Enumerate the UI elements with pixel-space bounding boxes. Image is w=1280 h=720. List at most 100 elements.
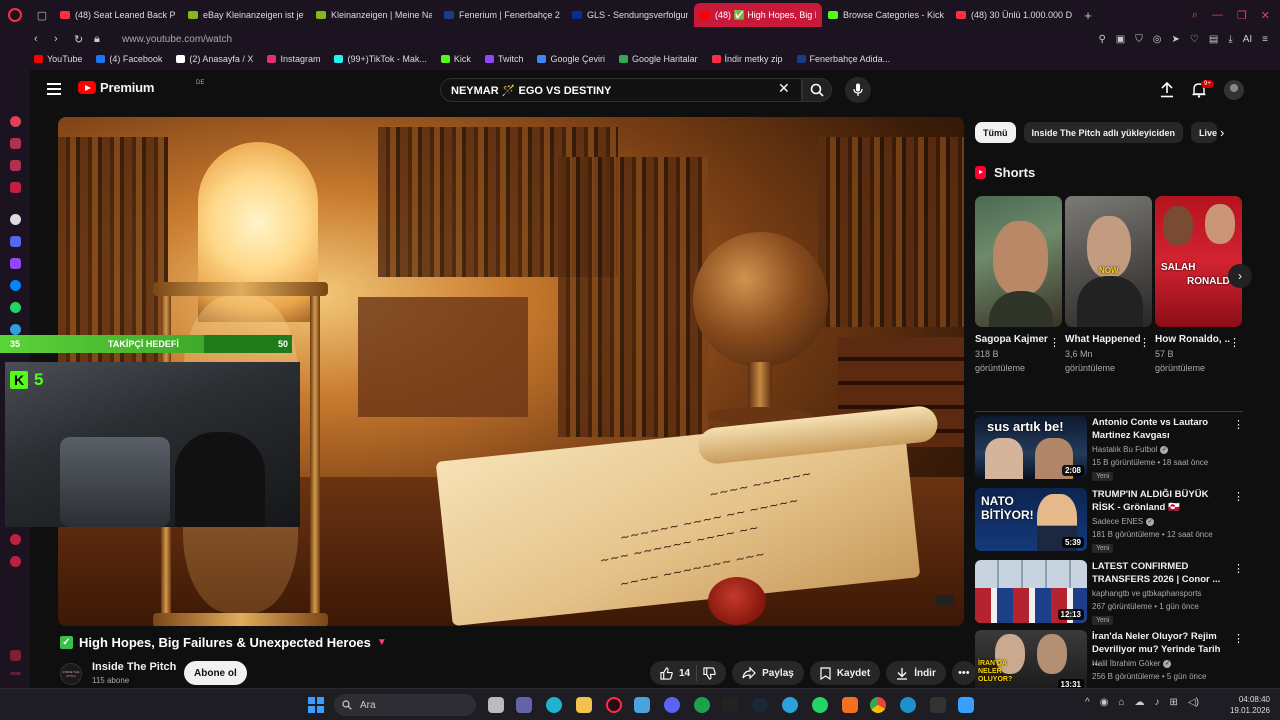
telegram-icon[interactable] <box>10 324 21 335</box>
chevron-right-icon[interactable]: › <box>1220 125 1224 140</box>
minimize-icon[interactable]: — <box>1212 9 1223 22</box>
history-icon[interactable] <box>10 534 21 545</box>
list-item[interactable]: NATO BİTİYOR! 5:39 TRUMP'IN ALDIĞI BÜYÜK… <box>975 488 1250 553</box>
download-button[interactable]: İndir <box>886 661 946 685</box>
bookmark-item[interactable]: (99+)TikTok - Mak... <box>334 54 427 64</box>
close-window-icon[interactable]: ✕ <box>1261 9 1270 22</box>
bookmark-item[interactable]: (2) Anasayfa / X <box>176 54 253 64</box>
messenger-blue-icon[interactable] <box>10 280 21 291</box>
cloud-icon[interactable]: ☁ <box>1134 697 1144 708</box>
xbox-icon[interactable] <box>694 697 710 713</box>
url-field[interactable]: www.youtube.com/watch <box>122 34 232 45</box>
new-tab-button[interactable]: + <box>1078 8 1098 23</box>
settings-icon[interactable] <box>10 556 21 567</box>
file-explorer-icon[interactable] <box>576 697 592 713</box>
clock[interactable]: 04:08:40 19.01.2026 <box>1222 694 1270 716</box>
channel-watermark[interactable] <box>936 595 954 605</box>
bookmark-item[interactable]: YouTube <box>34 54 82 64</box>
download-icon[interactable]: ⤓ <box>1228 34 1232 45</box>
menu-icon[interactable]: ≡ <box>1262 34 1268 45</box>
volume-icon[interactable]: ◁) <box>1188 697 1199 708</box>
bookmark-item[interactable]: Google Haritalar <box>618 54 698 64</box>
upload-icon[interactable] <box>1160 82 1174 98</box>
browser-tab[interactable]: Kleinanzeigen | Meine Nac <box>310 3 438 27</box>
bookmark-item[interactable]: Kick <box>440 54 471 64</box>
steam-client-icon[interactable] <box>900 697 916 713</box>
kebab-menu-icon[interactable]: ⋮ <box>1233 562 1244 575</box>
nvidia-icon[interactable] <box>930 697 946 713</box>
chip-all[interactable]: Tümü <box>975 122 1016 143</box>
list-item[interactable]: İRAN'DA NELER OLUYOR? 13:31 İran'da Nele… <box>975 630 1250 694</box>
taskbar-search[interactable]: Ara <box>334 694 476 716</box>
task-view-icon[interactable] <box>488 697 504 713</box>
more-icon[interactable] <box>10 672 21 675</box>
tab-menu-icon[interactable]: ▢ <box>30 0 54 30</box>
workspace-icon[interactable] <box>10 138 21 149</box>
youtube-logo[interactable]: Premium DE <box>78 80 204 95</box>
kebab-menu-icon[interactable]: ⋮ <box>1233 418 1244 431</box>
send-icon[interactable]: ➤ <box>1171 34 1179 45</box>
kebab-menu-icon[interactable]: ⋮ <box>1233 490 1244 503</box>
kebab-menu-icon[interactable]: ⋮ <box>1049 336 1060 349</box>
voice-search-button[interactable] <box>845 77 871 103</box>
kebab-menu-icon[interactable]: ⋮ <box>1139 336 1150 349</box>
list-item[interactable]: sus artık be! 2:08 Antonio Conte vs Laut… <box>975 416 1250 481</box>
twitch-icon[interactable] <box>10 258 21 269</box>
short-card[interactable]: Sagopa Kajmer - ... 318 B görüntüleme ⋮ <box>975 196 1062 375</box>
channel-name[interactable]: Inside The Pitch <box>92 661 176 673</box>
store-icon[interactable] <box>634 697 650 713</box>
steam-icon[interactable] <box>752 697 768 713</box>
adobe-icon[interactable] <box>842 697 858 713</box>
screenshot-icon[interactable]: ▣ <box>1116 34 1125 45</box>
gamepad-icon[interactable]: ⌂ <box>1118 697 1124 708</box>
chatgpt-icon[interactable] <box>10 214 21 225</box>
browser-tab[interactable]: GLS - Sendungsverfolgun <box>566 3 694 27</box>
ai-button[interactable]: AI <box>1243 34 1252 45</box>
adblock-icon[interactable]: ⛉ <box>1135 34 1143 45</box>
browser-tab[interactable]: (48) Seat Leaned Back Pi <box>54 3 182 27</box>
forward-icon[interactable]: › <box>54 33 74 45</box>
kebab-menu-icon[interactable]: ⋮ <box>1229 336 1240 349</box>
clear-search-icon[interactable]: ✕ <box>778 80 790 97</box>
save-button[interactable]: Kaydet <box>809 661 881 685</box>
epic-games-icon[interactable] <box>722 697 738 713</box>
menu-icon[interactable] <box>47 83 61 95</box>
shorts-next-button[interactable]: › <box>1228 264 1252 288</box>
discord-icon[interactable] <box>664 697 680 713</box>
wallet-icon[interactable]: ▤ <box>1209 34 1218 45</box>
obs-icon[interactable]: ◉ <box>1100 697 1109 708</box>
vpn-icon[interactable]: ◎ <box>1153 34 1162 45</box>
reload-icon[interactable]: ↻ <box>74 33 94 46</box>
aria-icon[interactable] <box>10 116 21 127</box>
chrome-icon[interactable] <box>870 697 886 713</box>
music-icon[interactable] <box>10 182 21 193</box>
search-input[interactable]: NEYMAR 🪄 EGO VS DESTINY <box>440 78 802 102</box>
chip-live[interactable]: Live <box>1191 122 1218 143</box>
bookmark-item[interactable]: İndir metky zip <box>711 54 783 64</box>
tab-search-icon[interactable]: ⌕ <box>1192 9 1198 22</box>
discord-icon[interactable] <box>10 236 21 247</box>
browser-tab[interactable]: Fenerium | Fenerbahçe 20 <box>438 3 566 27</box>
bookmark-item[interactable]: Instagram <box>267 54 320 64</box>
like-button[interactable]: 14 <box>660 666 690 680</box>
pin-icon[interactable]: ⚲ <box>1098 34 1105 45</box>
opera-gx-icon[interactable] <box>606 697 622 713</box>
edge-icon[interactable] <box>546 697 562 713</box>
browser-tab[interactable]: eBay Kleinanzeigen ist jetz <box>182 3 310 27</box>
gx-icon[interactable] <box>10 650 21 661</box>
chevron-down-icon[interactable]: ▼ <box>377 637 387 648</box>
share-button[interactable]: Paylaş <box>732 661 804 685</box>
short-card[interactable]: SALAH RONALDO How Ronaldo, ... 57 B görü… <box>1155 196 1242 375</box>
more-actions-button[interactable]: ••• <box>951 661 976 685</box>
network-icon[interactable]: ⊞ <box>1169 697 1177 708</box>
chevron-up-icon[interactable]: ^ <box>1085 697 1090 708</box>
mic-icon[interactable]: ♪ <box>1154 697 1159 708</box>
heart-icon[interactable]: ♡ <box>1190 34 1199 45</box>
teams-icon[interactable] <box>516 697 532 713</box>
browser-tab[interactable]: Browse Categories - Kick <box>822 3 950 27</box>
list-item[interactable]: 12:13 LATEST CONFIRMED TRANSFERS 2026 | … <box>975 560 1250 625</box>
bookmark-item[interactable]: Google Çeviri <box>537 54 605 64</box>
kebab-menu-icon[interactable]: ⋮ <box>1233 632 1244 645</box>
short-card[interactable]: NOW What Happened t... 3,6 Mn görüntülem… <box>1065 196 1152 375</box>
maximize-icon[interactable]: ❐ <box>1237 9 1247 22</box>
